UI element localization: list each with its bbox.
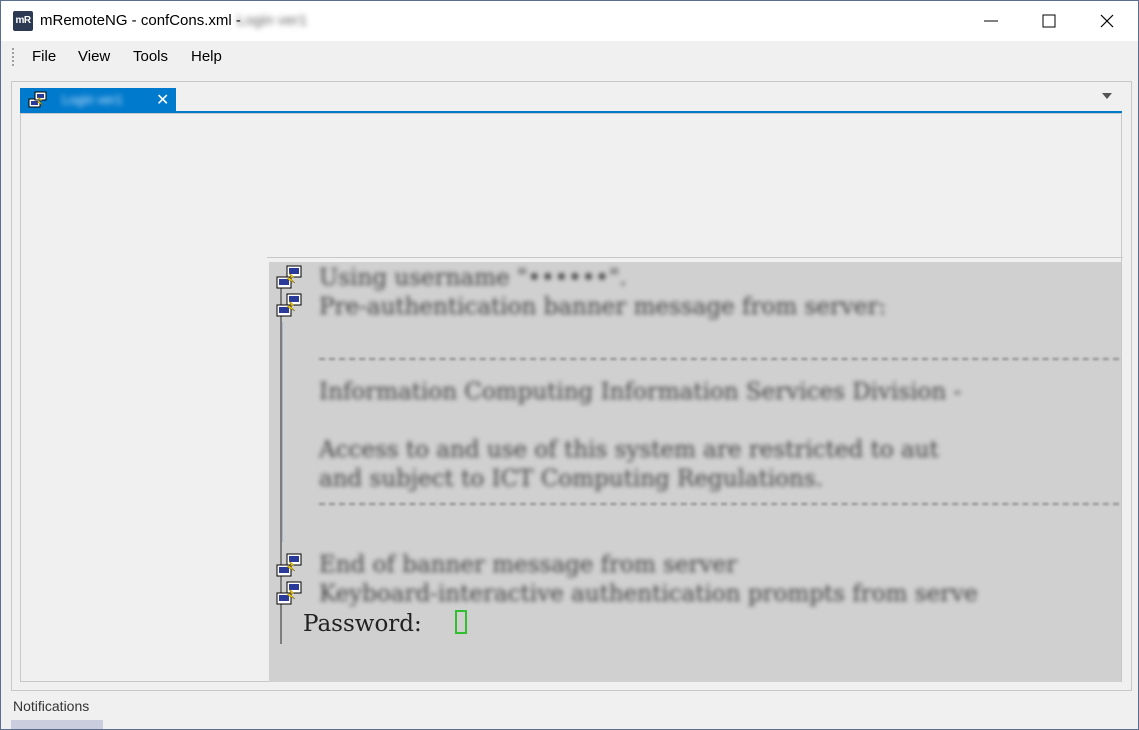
- menu-tools[interactable]: Tools: [133, 48, 168, 65]
- terminal-separator: [319, 358, 1121, 360]
- app-window: mR mRemoteNG - confCons.xml - Login ver1…: [0, 0, 1139, 730]
- terminal-line: Information Computing Information Servic…: [319, 379, 962, 405]
- terminal-view[interactable]: Using username "••••••". Pre-authenticat…: [269, 262, 1121, 682]
- menu-file[interactable]: File: [32, 48, 56, 65]
- tab-connection[interactable]: Login ver1 ✕: [20, 88, 176, 112]
- notifications-tab-indicator: [11, 720, 103, 729]
- tab-label: Login ver1: [62, 92, 123, 107]
- maximize-button[interactable]: [1020, 1, 1078, 41]
- terminal-line: Access to and use of this system are res…: [319, 437, 939, 463]
- window-title: mRemoteNG - confCons.xml -: [40, 12, 241, 29]
- terminal-line: Using username "••••••".: [319, 265, 627, 291]
- putty-icon: [276, 581, 302, 605]
- menu-help[interactable]: Help: [191, 48, 222, 65]
- chevron-down-icon[interactable]: [1102, 93, 1112, 99]
- maximize-icon: [1042, 14, 1056, 28]
- terminal-line: Keyboard-interactive authentication prom…: [319, 581, 978, 607]
- password-prompt: Password:: [303, 611, 422, 637]
- terminal-line: End of banner message from server: [319, 552, 738, 578]
- terminal-cursor[interactable]: [455, 610, 467, 634]
- window-title-suffix: Login ver1: [237, 12, 308, 29]
- minimize-button[interactable]: [962, 1, 1020, 41]
- terminal-top-border: [267, 257, 1123, 258]
- menu-bar: File View Tools Help: [1, 41, 1138, 73]
- app-logo-icon: mR: [13, 11, 33, 31]
- terminal-line: and subject to ICT Computing Regulations…: [319, 466, 823, 492]
- putty-icon: [276, 265, 302, 289]
- connection-panel: Login ver1 ✕ Using username "••••••". Pr…: [11, 81, 1132, 691]
- terminal-rail-accent: [282, 322, 283, 542]
- close-window-button[interactable]: [1078, 1, 1136, 41]
- putty-icon: [276, 293, 302, 317]
- putty-icon: [276, 553, 302, 577]
- terminal-separator: [319, 503, 1121, 505]
- title-bar[interactable]: mR mRemoteNG - confCons.xml - Login ver1: [1, 1, 1138, 41]
- putty-icon: [28, 91, 47, 108]
- menu-grip-icon[interactable]: [11, 47, 15, 67]
- minimize-icon: [984, 20, 998, 22]
- tab-close-icon[interactable]: ✕: [156, 90, 169, 110]
- close-icon: [1100, 14, 1114, 28]
- terminal-line: Pre-authentication banner message from s…: [319, 294, 887, 320]
- menu-view[interactable]: View: [78, 48, 110, 65]
- tab-notifications[interactable]: Notifications: [13, 698, 89, 714]
- session-content: Using username "••••••". Pre-authenticat…: [20, 113, 1123, 682]
